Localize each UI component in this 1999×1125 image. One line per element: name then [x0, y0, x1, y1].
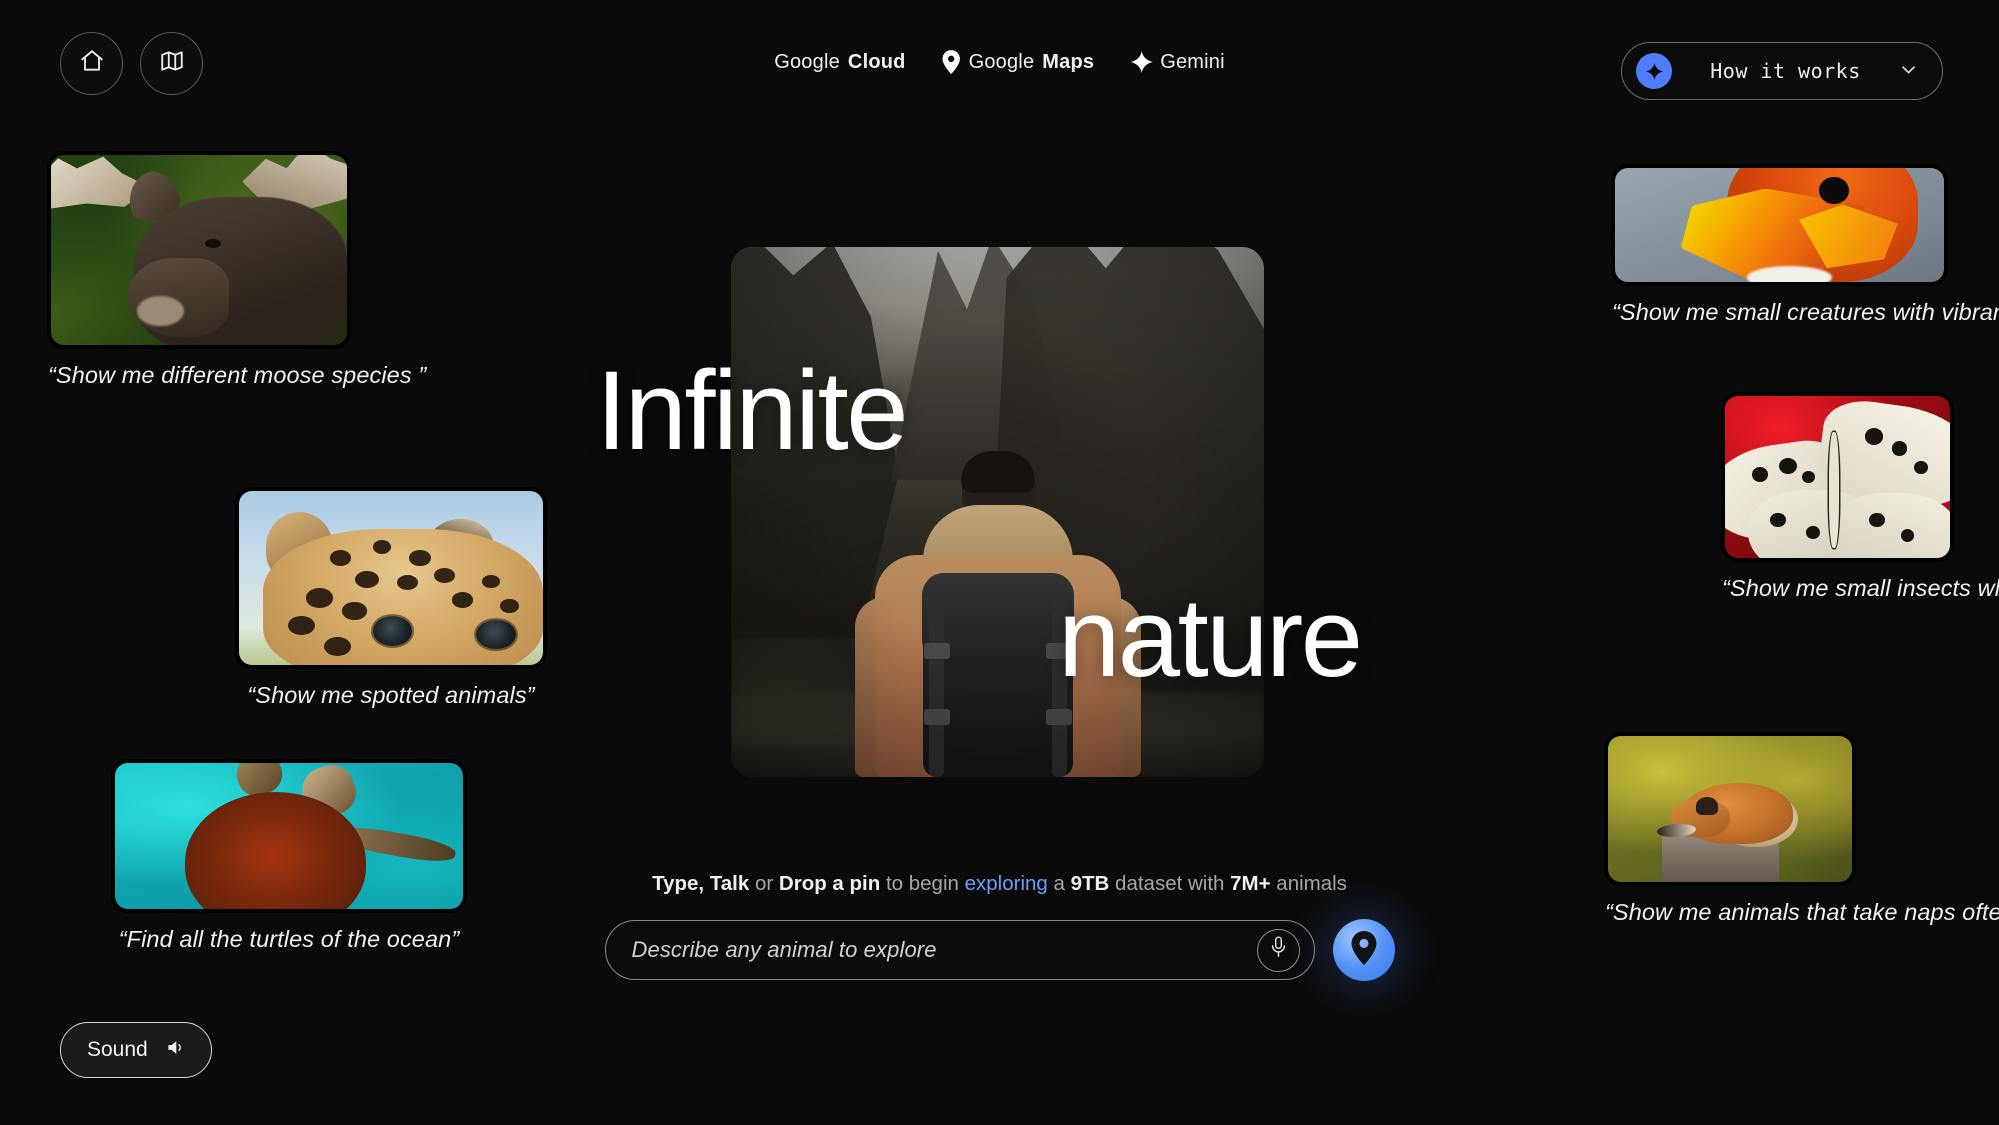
hero-word-two: nature [1058, 575, 1363, 700]
thumbnail-leopard[interactable] [236, 488, 546, 668]
brand-google-maps-suffix: Maps [1042, 50, 1095, 73]
thumbnail-moose[interactable] [48, 152, 350, 348]
caption-butterfly: “Show me small insects who love flowers” [1722, 575, 1999, 601]
top-bar: Google Cloud Google Maps Gemini How it w… [0, 0, 1999, 110]
suggestion-card-butterfly[interactable]: “Show me small insects who love flowers” [1722, 393, 1999, 602]
brand-google-maps-prefix: Google [968, 50, 1035, 73]
caption-bird: “Show me small creatures with vibrant co… [1612, 299, 1999, 325]
brand-gemini: Gemini [1130, 51, 1225, 74]
microphone-icon [1269, 935, 1288, 965]
chevron-down-icon [1899, 60, 1918, 82]
sparkle-icon [1636, 53, 1672, 89]
how-it-works-button[interactable]: How it works [1621, 42, 1943, 100]
brand-google-maps: Google Maps [942, 50, 1095, 74]
prompt-part6: dataset with [1109, 872, 1231, 895]
thumbnail-fox[interactable] [1605, 733, 1855, 885]
prompt-part4: to begin [880, 872, 965, 895]
caption-leopard: “Show me spotted animals” [247, 682, 535, 708]
how-it-works-label: How it works [1710, 59, 1861, 83]
prompt-dataset-size: 9TB [1070, 872, 1110, 895]
speaker-icon [166, 1038, 185, 1062]
sound-label: Sound [87, 1038, 148, 1061]
prompt-part7: animals [1270, 872, 1347, 895]
prompt-hint: Type, Talk or Drop a pin to begin explor… [652, 872, 1347, 896]
sound-toggle-button[interactable]: Sound [60, 1022, 212, 1078]
search-box[interactable] [604, 920, 1315, 980]
sparkle-icon [1130, 51, 1153, 73]
suggestion-card-moose[interactable]: “Show me different moose species ” [48, 152, 427, 389]
suggestion-card-bird[interactable]: “Show me small creatures with vibrant co… [1612, 165, 1999, 326]
caption-fox: “Show me animals that take naps often” [1605, 899, 1999, 925]
prompt-part1: Type, Talk [652, 872, 750, 895]
suggestion-card-leopard[interactable]: “Show me spotted animals” [236, 488, 546, 709]
map-icon [159, 48, 185, 79]
caption-moose: “Show me different moose species ” [48, 362, 427, 388]
search-bar [604, 919, 1395, 981]
map-button[interactable] [140, 32, 203, 95]
thumbnail-turtle[interactable] [112, 760, 466, 912]
brand-google-cloud-suffix: Cloud [847, 50, 906, 73]
location-pin-icon [1350, 930, 1378, 970]
brand-google-cloud: Google Cloud [774, 51, 905, 74]
search-input[interactable] [631, 937, 1257, 963]
prompt-part5: a [1047, 872, 1071, 895]
prompt-animal-count: 7M+ [1230, 872, 1271, 895]
brand-bar: Google Cloud Google Maps Gemini [774, 50, 1225, 74]
thumbnail-bird[interactable] [1612, 165, 1947, 285]
brand-google-cloud-prefix: Google [774, 50, 840, 73]
brand-gemini-label: Gemini [1160, 50, 1225, 73]
hero-word-one: Infinite [596, 348, 908, 473]
home-button[interactable] [60, 32, 123, 95]
home-icon [79, 48, 105, 79]
drop-pin-button[interactable] [1332, 919, 1395, 981]
suggestion-card-turtle[interactable]: “Find all the turtles of the ocean” [112, 760, 466, 953]
app-root: Google Cloud Google Maps Gemini How it w… [0, 0, 1999, 1125]
caption-turtle: “Find all the turtles of the ocean” [118, 926, 460, 952]
thumbnail-butterfly[interactable] [1722, 393, 1953, 561]
prompt-explore-link[interactable]: exploring [965, 872, 1048, 895]
prompt-part3: Drop a pin [778, 872, 881, 895]
prompt-part2: or [749, 872, 779, 895]
location-pin-icon [942, 50, 961, 74]
microphone-button[interactable] [1256, 928, 1300, 972]
suggestion-card-fox[interactable]: “Show me animals that take naps often” [1605, 733, 1999, 926]
